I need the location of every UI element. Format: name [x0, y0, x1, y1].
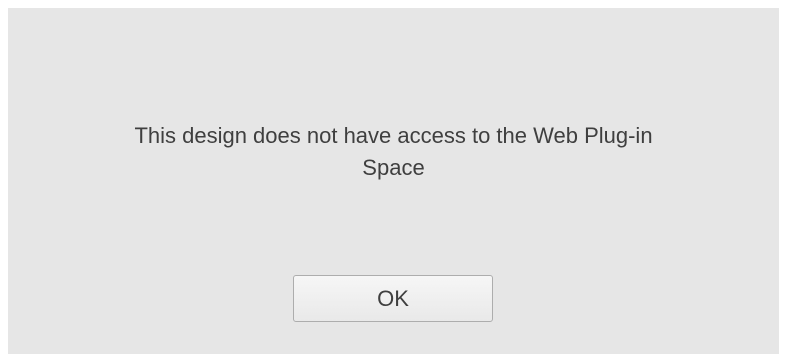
dialog-message-line2: Space: [362, 155, 425, 180]
dialog-message: This design does not have access to the …: [8, 120, 779, 184]
ok-button[interactable]: OK: [293, 275, 493, 322]
dialog-message-line1: This design does not have access to the …: [134, 123, 653, 148]
dialog: This design does not have access to the …: [8, 8, 779, 354]
